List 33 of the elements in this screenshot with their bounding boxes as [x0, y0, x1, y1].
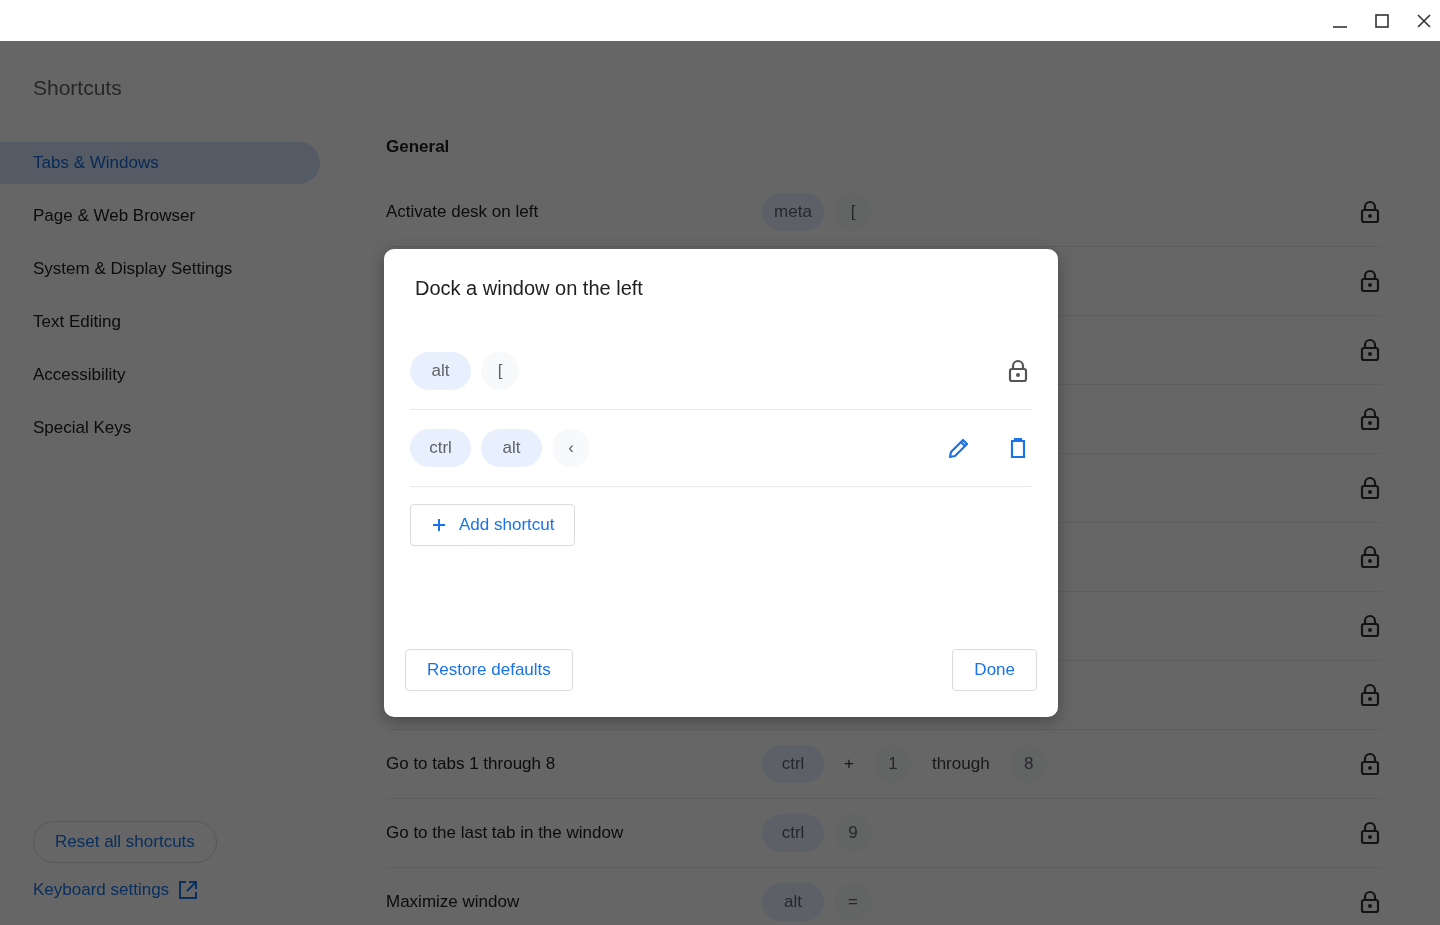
- dialog-title: Dock a window on the left: [414, 277, 644, 301]
- section-heading: General: [386, 136, 451, 158]
- key-separator: through: [930, 754, 991, 774]
- modifier-key: ctrl: [762, 745, 824, 783]
- key: [: [481, 352, 519, 390]
- nav-item[interactable]: Accessibility: [0, 354, 320, 396]
- done-button[interactable]: Done: [952, 649, 1037, 691]
- shortcut-name: Activate desk on left: [386, 202, 540, 222]
- modifier-key: meta: [762, 193, 824, 231]
- modifier-key: alt: [762, 883, 824, 921]
- modifier-key: alt: [481, 429, 542, 467]
- shortcut-name: Maximize window: [386, 892, 521, 912]
- shortcut-name: Go to tabs 1 through 8: [386, 754, 557, 774]
- modifier-key: ctrl: [762, 814, 824, 852]
- plus-icon: [431, 517, 447, 533]
- nav-item[interactable]: System & Display Settings: [0, 248, 320, 290]
- keyboard-settings-link[interactable]: Keyboard settings: [33, 880, 170, 900]
- nav-item[interactable]: Text Editing: [0, 301, 320, 343]
- key-separator: +: [843, 754, 855, 774]
- edit-icon[interactable]: [947, 436, 971, 460]
- nav-item[interactable]: Special Keys: [0, 407, 320, 449]
- modifier-key: ctrl: [410, 429, 471, 467]
- maximize-icon[interactable]: [1374, 12, 1390, 29]
- shortcut-name: Go to the last tab in the window: [386, 823, 625, 843]
- sidebar-title: Shortcuts: [32, 75, 123, 101]
- restore-defaults-button[interactable]: Restore defaults: [405, 649, 573, 691]
- reset-all-shortcuts-button[interactable]: Reset all shortcuts: [33, 821, 217, 863]
- nav-item[interactable]: Page & Web Browser: [0, 195, 320, 237]
- nav-item[interactable]: Tabs & Windows: [0, 142, 320, 184]
- key: ‹: [552, 429, 590, 467]
- modifier-key: alt: [410, 352, 471, 390]
- close-icon[interactable]: [1416, 12, 1432, 29]
- add-shortcut-button[interactable]: Add shortcut: [410, 504, 576, 546]
